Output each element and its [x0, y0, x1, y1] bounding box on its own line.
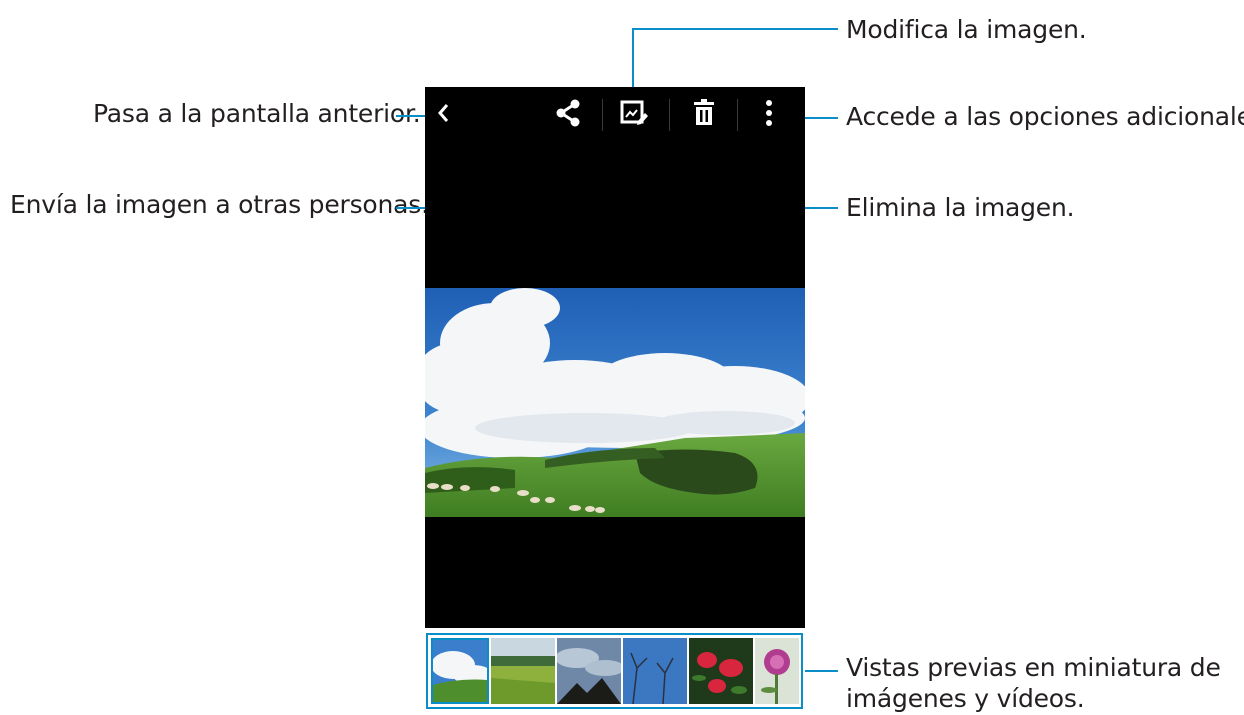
thumbnail-item[interactable]	[623, 638, 687, 704]
delete-button[interactable]	[689, 97, 719, 133]
edit-leader-h	[632, 28, 838, 30]
share-button[interactable]	[553, 97, 583, 133]
toolbar-divider	[602, 99, 603, 131]
main-photo[interactable]	[425, 288, 805, 517]
thumbnail-item[interactable]	[557, 638, 621, 704]
toolbar-divider	[669, 99, 670, 131]
toolbar-divider	[737, 99, 738, 131]
more-options-icon	[765, 99, 773, 131]
share-callout: Envía la imagen a otras personas.	[10, 190, 429, 219]
thumbs-callout-line1: Vistas previas en miniatura de	[846, 653, 1221, 682]
edit-leader-v	[632, 28, 634, 93]
thumbs-leader	[805, 670, 838, 672]
action-bar	[425, 87, 805, 145]
back-callout: Pasa a la pantalla anterior.	[93, 99, 421, 128]
edit-callout: Modifica la imagen.	[846, 15, 1087, 44]
edit-button[interactable]	[617, 97, 651, 133]
edit-icon	[619, 99, 649, 131]
more-callout: Accede a las opciones adicionales.	[846, 102, 1244, 131]
trash-icon	[692, 99, 716, 131]
phone-screen	[425, 87, 805, 628]
delete-callout: Elimina la imagen.	[846, 193, 1075, 222]
thumbnail-item[interactable]	[755, 638, 799, 704]
share-icon	[555, 99, 581, 131]
thumbs-callout-line2: imágenes y vídeos.	[846, 684, 1085, 713]
more-options-button[interactable]	[759, 97, 779, 133]
thumbnail-item[interactable]	[689, 638, 753, 704]
back-arrow-icon	[436, 102, 450, 128]
thumbnail-strip	[426, 633, 803, 709]
back-button[interactable]	[431, 97, 455, 133]
thumbnail-item[interactable]	[491, 638, 555, 704]
thumbnail-item[interactable]	[431, 638, 489, 704]
